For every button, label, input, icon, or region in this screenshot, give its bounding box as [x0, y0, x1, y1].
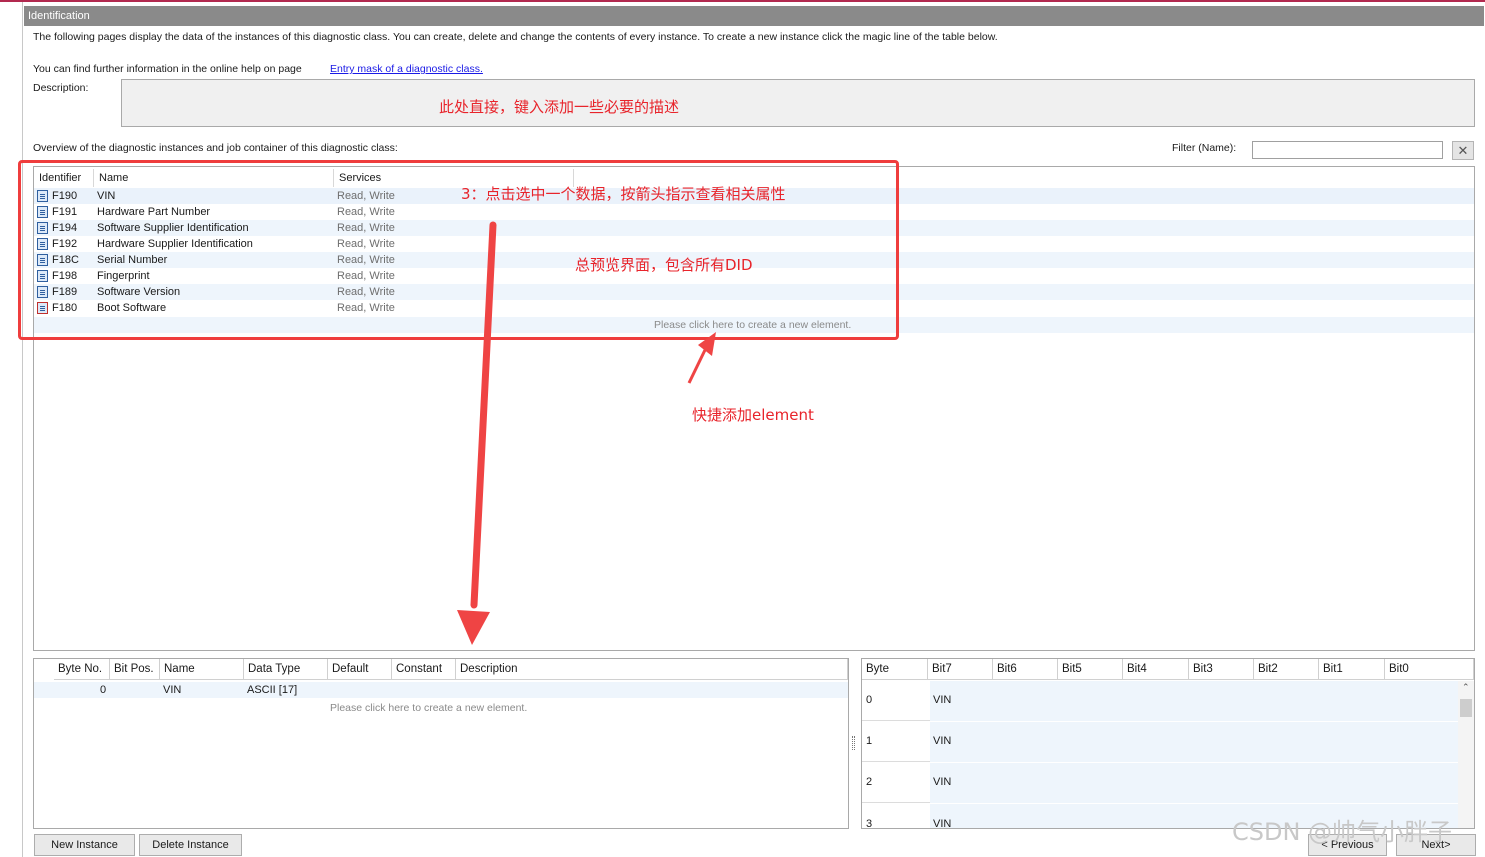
param-byte-no: 0	[100, 684, 107, 696]
column-header-byte: Byte	[862, 659, 928, 680]
column-header-bit4: Bit4	[1123, 659, 1189, 680]
column-header-byte-no[interactable]: Byte No.	[54, 659, 110, 680]
bitmap-value-cell: VIN	[930, 722, 1458, 762]
column-header-data-type[interactable]: Data Type	[244, 659, 328, 680]
watermark: CSDN @帅气小胖子	[1232, 818, 1453, 846]
bitmap-value: VIN	[933, 818, 952, 829]
bitmap-byte: 3	[866, 818, 873, 829]
bitmap-grid: Byte Bit7 Bit6 Bit5 Bit4 Bit3 Bit2 Bit1 …	[861, 658, 1475, 829]
bitmap-byte: 0	[866, 694, 873, 706]
arrowhead-down-icon	[457, 610, 490, 645]
column-header-bit6: Bit6	[993, 659, 1058, 680]
annotation-description: 此处直接，键入添加一些必要的描述	[439, 98, 680, 116]
column-header-bit1: Bit1	[1319, 659, 1385, 680]
bitmap-value-cell: VIN	[930, 681, 1458, 721]
column-header-name[interactable]: Name	[160, 659, 244, 680]
bitmap-row[interactable]: 2 VIN	[862, 763, 1458, 803]
bitmap-value: VIN	[933, 694, 952, 706]
column-header-bit0: Bit0	[1385, 659, 1474, 680]
param-name: VIN	[163, 684, 182, 696]
splitter-handle[interactable]	[852, 736, 855, 750]
param-data-type: ASCII [17]	[247, 684, 298, 696]
parameter-row[interactable]: 0 VIN ASCII [17]	[34, 682, 848, 698]
arrowhead-up-icon	[698, 332, 716, 356]
column-header-bit3: Bit3	[1189, 659, 1254, 680]
bitmap-value: VIN	[933, 735, 952, 747]
bitmap-row[interactable]: 1 VIN	[862, 722, 1458, 762]
column-header-description[interactable]: Description	[456, 659, 848, 680]
bitmap-value: VIN	[933, 776, 952, 788]
annotation-overview: 总预览界面，包含所有DID	[575, 256, 753, 274]
column-header-bit7: Bit7	[928, 659, 993, 680]
magic-line[interactable]: Please click here to create a new elemen…	[330, 700, 527, 716]
bitmap-row[interactable]: 0 VIN	[862, 681, 1458, 721]
column-header-bit-pos[interactable]: Bit Pos.	[110, 659, 160, 680]
bitmap-byte: 2	[866, 776, 873, 788]
column-header-bit2: Bit2	[1254, 659, 1319, 680]
parameter-grid: Byte No. Bit Pos. Name Data Type Default…	[33, 658, 849, 829]
column-header-bit5: Bit5	[1058, 659, 1123, 680]
annotation-select: 3：点击选中一个数据，按箭头指示查看相关属性	[461, 185, 786, 203]
annotation-add: 快捷添加element	[692, 406, 814, 424]
bitmap-value-cell: VIN	[930, 763, 1458, 803]
vertical-scrollbar[interactable]: ⌃	[1458, 681, 1474, 828]
bitmap-byte: 1	[866, 735, 873, 747]
down-arrow-icon	[470, 221, 497, 609]
chevron-up-icon[interactable]: ⌃	[1462, 682, 1470, 693]
new-instance-button[interactable]: New Instance	[34, 834, 135, 856]
column-header-default[interactable]: Default	[328, 659, 392, 680]
scrollbar-thumb[interactable]	[1460, 699, 1472, 717]
up-arrow-icon	[687, 349, 707, 384]
delete-instance-button[interactable]: Delete Instance	[139, 834, 242, 856]
column-header-constant[interactable]: Constant	[392, 659, 456, 680]
